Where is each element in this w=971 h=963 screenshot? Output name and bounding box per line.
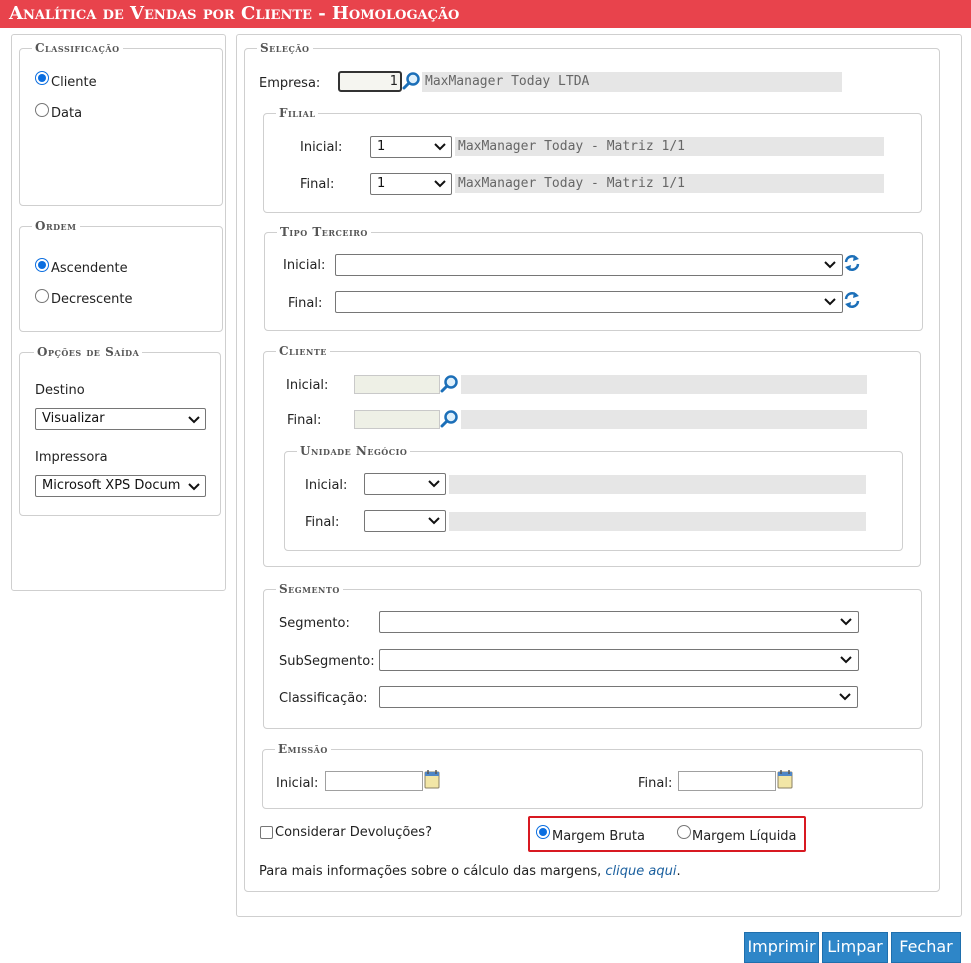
chevron-down-icon <box>434 143 446 151</box>
filial-inicial-name: MaxManager Today - Matriz 1/1 <box>455 137 884 156</box>
chevron-down-icon <box>840 618 852 626</box>
cliente-final-label: Final: <box>287 413 322 428</box>
chevron-down-icon <box>839 693 851 701</box>
radio-margem-bruta[interactable] <box>536 825 550 839</box>
unidade-inicial-name <box>449 475 866 494</box>
radio-decrescente-label[interactable]: Decrescente <box>51 292 132 307</box>
calendar-icon[interactable] <box>424 769 440 789</box>
empresa-name: MaxManager Today LTDA <box>422 72 842 92</box>
impressora-value: Microsoft XPS Docum <box>42 478 181 493</box>
margem-bruta-label[interactable]: Margem Bruta <box>552 829 645 844</box>
destino-label: Destino <box>35 383 85 398</box>
radio-ascendente-label[interactable]: Ascendente <box>51 261 128 276</box>
tipo-terceiro-legend: Tipo Terceiro <box>277 225 371 240</box>
refresh-icon[interactable] <box>843 290 861 310</box>
empresa-label: Empresa: <box>259 76 321 91</box>
chevron-down-icon <box>428 517 440 525</box>
search-icon[interactable] <box>440 409 460 429</box>
tipo-terceiro-final-select[interactable] <box>335 291 843 313</box>
limpar-button[interactable]: Limpar <box>822 932 888 963</box>
search-icon[interactable] <box>440 374 460 394</box>
devolucoes-checkbox[interactable] <box>260 826 273 839</box>
cliente-inicial-input[interactable] <box>354 375 440 394</box>
cliente-final-input[interactable] <box>354 410 440 429</box>
subsegmento-label: SubSegmento: <box>279 654 375 669</box>
info-suffix: . <box>676 864 681 879</box>
unidade-inicial-label: Inicial: <box>305 478 348 493</box>
ordem-legend: Ordem <box>32 219 80 234</box>
chevron-down-icon <box>428 480 440 488</box>
clique-aqui-link[interactable]: clique aqui <box>605 864 676 879</box>
subsegmento-select[interactable] <box>379 649 859 671</box>
chevron-down-icon <box>824 261 836 269</box>
cliente-legend: Cliente <box>276 344 330 359</box>
destino-select[interactable]: Visualizar <box>35 408 206 430</box>
radio-cliente[interactable] <box>35 71 49 85</box>
destino-value: Visualizar <box>42 411 105 426</box>
emissao-final-label: Final: <box>638 776 673 791</box>
emissao-final-input[interactable] <box>678 771 776 791</box>
filial-final-label: Final: <box>300 177 335 192</box>
radio-margem-liquida[interactable] <box>677 825 691 839</box>
filial-group: Filial <box>263 106 922 213</box>
radio-cliente-label[interactable]: Cliente <box>51 75 97 90</box>
empresa-code-value: 1 <box>389 74 398 89</box>
radio-decrescente[interactable] <box>35 289 49 303</box>
chevron-down-icon <box>434 180 446 188</box>
calendar-icon[interactable] <box>777 769 793 789</box>
tipo-terceiro-group: Tipo Terceiro <box>264 225 923 331</box>
ordem-group: Ordem <box>19 219 223 332</box>
impressora-select[interactable]: Microsoft XPS Docum <box>35 475 206 497</box>
unidade-negocio-legend: Unidade Negócio <box>297 444 411 459</box>
saida-legend: Opções de Saída <box>34 345 143 360</box>
radio-data-label[interactable]: Data <box>51 106 82 121</box>
filial-final-value: 1 <box>377 176 386 191</box>
filial-legend: Filial <box>276 106 319 121</box>
margens-info-text: Para mais informações sobre o cálculo da… <box>259 864 681 879</box>
margem-liquida-label[interactable]: Margem Líquida <box>692 829 797 844</box>
devolucoes-label[interactable]: Considerar Devoluções? <box>275 825 432 840</box>
radio-data[interactable] <box>35 103 49 117</box>
unidade-final-name <box>449 512 866 531</box>
search-icon[interactable] <box>402 71 422 91</box>
segmento-select[interactable] <box>379 611 859 633</box>
filial-inicial-label: Inicial: <box>300 140 343 155</box>
filial-inicial-value: 1 <box>377 139 386 154</box>
radio-ascendente[interactable] <box>35 258 49 272</box>
cliente-inicial-label: Inicial: <box>286 378 329 393</box>
chevron-down-icon <box>188 483 200 491</box>
classificacao-seg-label: Classificação: <box>279 691 368 706</box>
window-title: Analítica de Vendas por Cliente - Homolo… <box>0 0 971 28</box>
chevron-down-icon <box>840 656 852 664</box>
emissao-legend: Emissão <box>275 742 331 757</box>
tipo-terceiro-final-label: Final: <box>288 296 323 311</box>
impressora-label: Impressora <box>35 450 108 465</box>
fechar-button[interactable]: Fechar <box>891 932 961 963</box>
tipo-terceiro-inicial-select[interactable] <box>335 254 843 276</box>
cliente-final-name <box>461 410 867 429</box>
emissao-inicial-label: Inicial: <box>276 776 319 791</box>
imprimir-button[interactable]: Imprimir <box>744 932 819 963</box>
segmento-legend: Segmento <box>276 582 343 597</box>
unidade-negocio-group: Unidade Negócio <box>284 444 903 551</box>
cliente-inicial-name <box>461 375 867 394</box>
classificacao-legend: Classificação <box>32 41 123 56</box>
classificacao-group: Classificação <box>19 41 223 206</box>
chevron-down-icon <box>188 416 200 424</box>
selecao-legend: Seleção <box>257 41 313 56</box>
classificacao-seg-select[interactable] <box>379 686 858 708</box>
emissao-inicial-input[interactable] <box>325 771 423 791</box>
tipo-terceiro-inicial-label: Inicial: <box>283 258 326 273</box>
segmento-label: Segmento: <box>279 616 350 631</box>
unidade-final-label: Final: <box>305 515 340 530</box>
refresh-icon[interactable] <box>843 253 861 273</box>
info-text: Para mais informações sobre o cálculo da… <box>259 864 606 879</box>
empresa-code-input[interactable]: 1 <box>338 71 402 92</box>
chevron-down-icon <box>824 298 836 306</box>
filial-final-name: MaxManager Today - Matriz 1/1 <box>455 174 884 193</box>
